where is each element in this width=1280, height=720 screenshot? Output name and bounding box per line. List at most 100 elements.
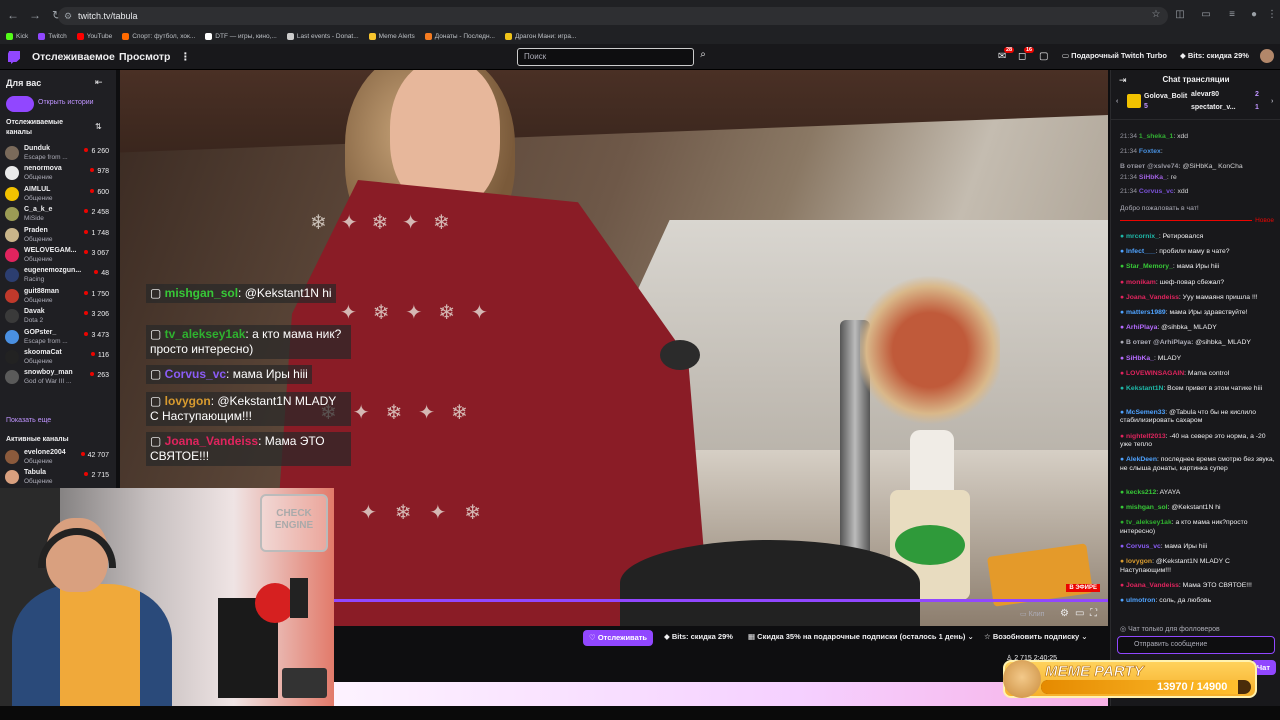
- chat-username[interactable]: Infect___: [1126, 248, 1155, 255]
- chat-username[interactable]: LOVEWINSAGAIN: [1126, 370, 1184, 377]
- forward-icon[interactable]: →: [26, 6, 44, 24]
- sidebar-channel[interactable]: guit88man Общение 1 750: [5, 287, 113, 307]
- menu-icon[interactable]: ⋮: [1266, 9, 1278, 21]
- chat-username[interactable]: Star_Memory_: [1126, 263, 1173, 270]
- settings-icon[interactable]: ≡: [1226, 9, 1238, 21]
- bookmark-item[interactable]: Драгон Мани: игра...: [504, 32, 576, 40]
- doge-icon: [1003, 660, 1041, 698]
- chat-username[interactable]: lovygon: [1126, 558, 1152, 565]
- gift-subs-label: Скидка 35% на подарочные подписки (остал…: [757, 632, 966, 641]
- sidebar-channel[interactable]: GOPster_ Escape from ... 3 473: [5, 328, 113, 348]
- sidebar-channel[interactable]: nenormova Общение 978: [5, 164, 113, 184]
- stories-avatars[interactable]: [6, 96, 34, 112]
- chat-username[interactable]: Corvus_vc: [1126, 543, 1161, 550]
- chat-username[interactable]: Foxtex: [1139, 148, 1161, 155]
- theatre-mode-icon[interactable]: ▭: [1075, 608, 1084, 619]
- sidebar-channel[interactable]: C_a_k_e MiSide 2 458: [5, 205, 113, 225]
- more-icon[interactable]: ⋮: [180, 51, 191, 63]
- gifters-next-icon[interactable]: ›: [1271, 98, 1273, 105]
- sidebar-channel[interactable]: Dunduk Escape from ... 6 260: [5, 144, 113, 164]
- sidebar-channel[interactable]: AIMLUL Общение 600: [5, 185, 113, 205]
- sidebar-channel[interactable]: WELOVEGAM... Общение 3 067: [5, 246, 113, 266]
- sidebar-channel[interactable]: Praden Общение 1 748: [5, 226, 113, 246]
- sidebar-channel[interactable]: evelone2004 Общение 42 707: [5, 448, 113, 468]
- bookmark-star-icon[interactable]: ☆: [1150, 9, 1162, 21]
- channel-avatar: [5, 370, 19, 385]
- overlay-chat-username: tv_aleksey1ak: [164, 327, 246, 341]
- turbo-button[interactable]: ▭ Подарочный Twitch Turbo: [1062, 51, 1167, 60]
- fullscreen-icon[interactable]: ⛶: [1090, 608, 1097, 619]
- settings-icon[interactable]: ⚙: [1060, 608, 1069, 619]
- clip-button[interactable]: ▭ Клип: [1020, 610, 1044, 618]
- bookmark-item[interactable]: DTF — игры, кино,...: [205, 32, 277, 40]
- nav-following[interactable]: Отслеживаемое: [32, 51, 115, 63]
- gifter-3-name[interactable]: spectator_v...: [1191, 104, 1236, 111]
- address-bar[interactable]: ⚙ twitch.tv/tabula: [58, 7, 1168, 25]
- sidebar-channel[interactable]: Tabula Общение 2 715: [5, 468, 113, 488]
- chat-username[interactable]: mishgan_sol: [1126, 504, 1168, 511]
- nav-browse[interactable]: Просмотр: [119, 51, 170, 63]
- chat-username[interactable]: Kekstant1N: [1126, 385, 1163, 392]
- video-progress-bar[interactable]: [334, 599, 1108, 602]
- chat-input[interactable]: Отправить сообщение: [1117, 636, 1275, 654]
- sidebar-channel[interactable]: skoomaCat Общение 116: [5, 348, 113, 368]
- chat-username[interactable]: McSemen33: [1126, 409, 1165, 416]
- search-input[interactable]: Поиск: [517, 48, 694, 66]
- chat-username[interactable]: mrcornix_: [1126, 233, 1159, 240]
- chat-message: ● Joana_Vandeiss: Мама ЭТО СВЯТОЕ!!!: [1120, 582, 1276, 591]
- bookmark-item[interactable]: Meme Alerts: [368, 32, 415, 40]
- profile-icon[interactable]: ●: [1248, 9, 1260, 21]
- chat-username[interactable]: Corvus_vc: [1139, 188, 1174, 195]
- chat-username[interactable]: Joana_Vandeiss: [1126, 294, 1179, 301]
- chat-message: ● monikam: шеф-повар сбежал?: [1120, 279, 1276, 288]
- chat-username[interactable]: SiHbKa_: [1126, 355, 1154, 362]
- search-icon[interactable]: ⌕: [696, 49, 710, 65]
- chat-username[interactable]: SiHbKa_: [1139, 174, 1167, 181]
- chat-username[interactable]: monikam: [1126, 279, 1156, 286]
- user-avatar[interactable]: [1260, 49, 1274, 63]
- bits-discount-button[interactable]: ◆ Bits: скидка 29%: [664, 632, 733, 641]
- whispers-icon[interactable]: ▢: [1039, 51, 1048, 62]
- sidebar-channel[interactable]: snowboy_man God of War III ... 263: [5, 368, 113, 388]
- gifters-prev-icon[interactable]: ‹: [1116, 98, 1118, 105]
- gift-subs-button[interactable]: ▦ Скидка 35% на подарочные подписки (ост…: [748, 632, 974, 641]
- chat-username[interactable]: nightelf2013: [1126, 433, 1166, 440]
- chat-username[interactable]: tv_aleksey1ak: [1126, 519, 1172, 526]
- bookmark-item[interactable]: Донаты - Последн...: [424, 32, 495, 40]
- bookmark-item[interactable]: Last events - Donat...: [286, 32, 359, 40]
- gifter-2-name[interactable]: alevar80: [1191, 91, 1219, 98]
- chat-text: : MLADY: [1153, 354, 1182, 362]
- collapse-sidebar-icon[interactable]: ⇤: [95, 77, 103, 88]
- sidepanel-icon[interactable]: ▭: [1200, 9, 1212, 21]
- meme-progress-count: 13970 / 14900: [1157, 681, 1228, 693]
- bits-button[interactable]: ◆ Bits: скидка 29%: [1180, 51, 1249, 60]
- chat-username[interactable]: Joana_Vandeiss: [1126, 582, 1179, 589]
- renew-sub-button[interactable]: ☆ Возобновить подписку ⌄: [984, 632, 1088, 641]
- back-icon[interactable]: ←: [4, 6, 22, 24]
- sidebar-channel[interactable]: eugenemozgun... Racing 48: [5, 266, 113, 286]
- chat-username[interactable]: 1_sheka_1: [1139, 133, 1173, 140]
- bookmark-item[interactable]: Twitch: [38, 32, 67, 40]
- chat-username[interactable]: kecks212: [1126, 489, 1156, 496]
- overlay-chat-username: Corvus_vc: [164, 367, 227, 381]
- open-stories-link[interactable]: Открыть истории: [38, 99, 94, 106]
- follow-button[interactable]: ♡ Отслеживать: [583, 630, 654, 646]
- chat-username[interactable]: В ответ @xslve74:: [1120, 163, 1181, 170]
- chat-message: ● mishgan_sol: @Kekstant1N hi: [1120, 504, 1276, 513]
- extensions-icon[interactable]: ◫: [1174, 9, 1186, 21]
- site-info-icon[interactable]: ⚙: [64, 7, 72, 25]
- chat-username[interactable]: AlekDeen: [1126, 456, 1157, 463]
- gifter-1-name[interactable]: Golova_Bolit: [1144, 93, 1187, 100]
- chat-username[interactable]: matters1989: [1126, 309, 1166, 316]
- chat-username[interactable]: ArhiPlaya: [1126, 324, 1157, 331]
- bookmark-item[interactable]: Спорт: футбол, хок...: [122, 32, 195, 40]
- overlay-chat-message: ▢ lovygon: @Kekstant1N MLADY С Наступающ…: [146, 392, 351, 426]
- bookmark-item[interactable]: Kick: [6, 32, 28, 40]
- show-more-link[interactable]: Показать еще: [6, 417, 51, 424]
- bookmark-item[interactable]: YouTube: [76, 32, 112, 40]
- sidebar-channel[interactable]: Davak Dota 2 3 206: [5, 307, 113, 327]
- chat-username[interactable]: ulmotron: [1126, 597, 1155, 604]
- sort-icon[interactable]: ⇅: [95, 122, 102, 131]
- twitch-logo-icon[interactable]: [8, 51, 20, 64]
- chat-username[interactable]: В ответ @ArhiPlaya:: [1126, 339, 1193, 346]
